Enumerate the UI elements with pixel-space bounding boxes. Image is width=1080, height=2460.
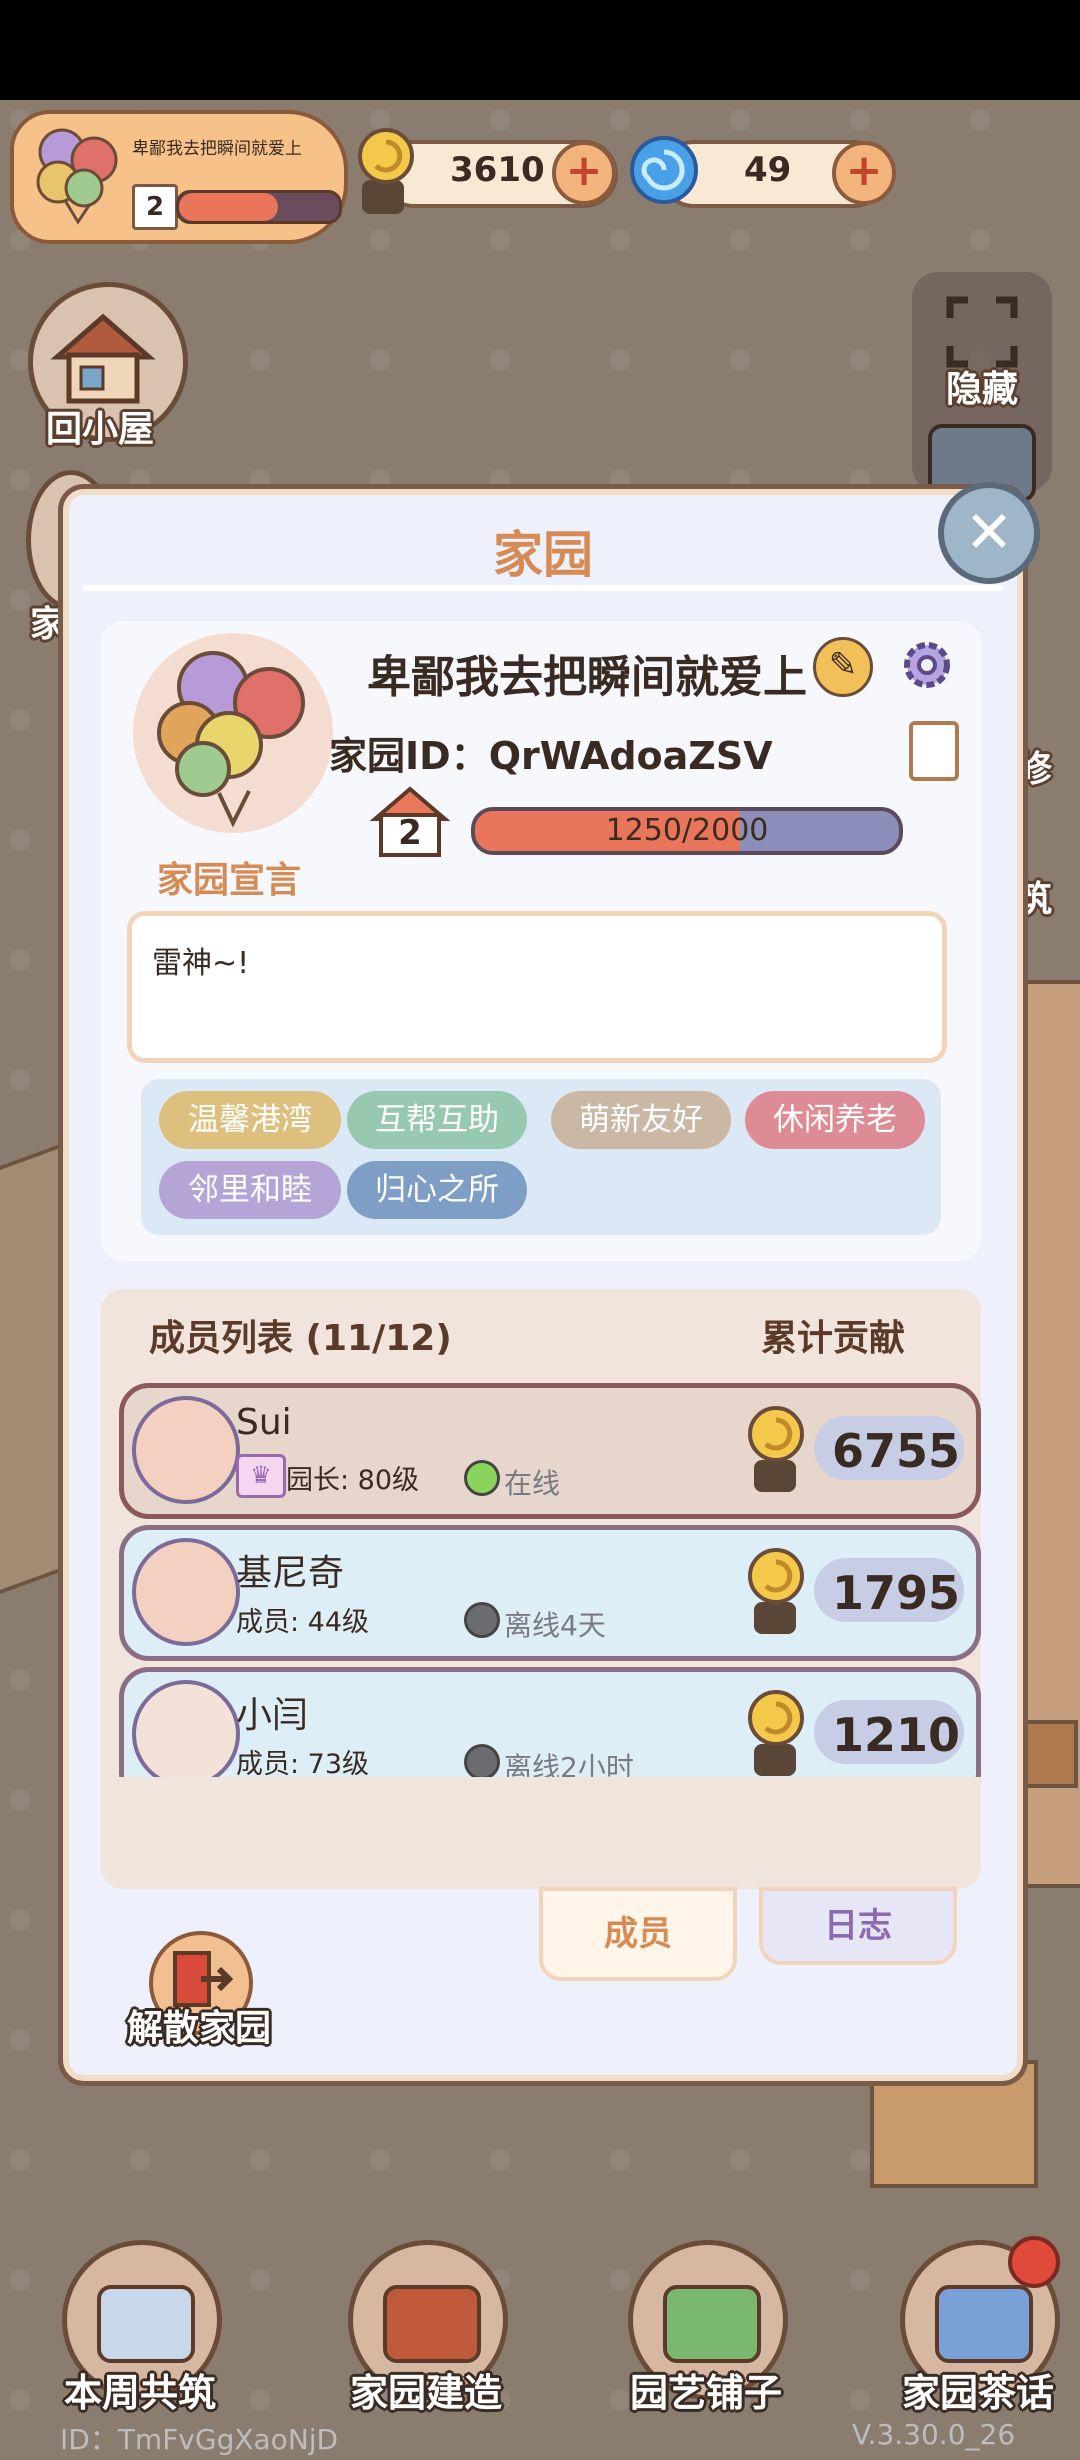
home-level-badge: 2 xyxy=(369,783,451,859)
snail-coin-icon xyxy=(748,1406,804,1492)
bar-chart-icon xyxy=(97,2285,195,2363)
dissolve-home-label[interactable]: 解散家园 xyxy=(127,1999,271,2051)
declaration-text: 雷神~! xyxy=(152,946,250,981)
member-name: 基尼奇 xyxy=(236,1553,345,1594)
swirl-gem-icon xyxy=(628,134,700,206)
settings-gear-icon[interactable] xyxy=(897,635,957,695)
home-badge[interactable]: 卑鄙我去把瞬间就爱上 2 xyxy=(10,110,348,244)
member-avatar xyxy=(132,1680,240,1777)
home-exp-fill xyxy=(179,193,279,221)
balloons-icon xyxy=(157,651,305,828)
member-row[interactable]: 基尼奇成员: 44级 离线4天 1795 xyxy=(119,1525,981,1661)
member-row[interactable]: Sui ♛ 园长: 80级 在线 6755 xyxy=(119,1383,981,1519)
home-tag: 萌新友好 xyxy=(551,1091,731,1149)
member-status: 在线 xyxy=(504,1467,561,1500)
garden-shop-label[interactable]: 园艺铺子 xyxy=(630,2362,782,2417)
home-tag: 归心之所 xyxy=(347,1161,527,1219)
hide-ui-label[interactable]: 隐藏 xyxy=(946,360,1018,412)
members-list-header: 成员列表 (11/12) xyxy=(149,1318,452,1359)
add-swirl-currency-button[interactable]: + xyxy=(832,141,896,205)
home-build-label[interactable]: 家园建造 xyxy=(350,2362,502,2417)
snail-coin-icon xyxy=(748,1548,804,1634)
copy-id-icon[interactable] xyxy=(909,721,959,781)
notification-badge xyxy=(1008,2236,1060,2288)
brick-wall-icon xyxy=(383,2285,481,2363)
status-dot-icon xyxy=(464,1460,500,1496)
member-avatar xyxy=(132,1396,240,1504)
member-status: 离线2小时 xyxy=(504,1751,634,1777)
balloon-avatar-icon xyxy=(26,122,130,226)
back-home-label[interactable]: 回小屋 xyxy=(46,400,154,452)
plus-icon: + xyxy=(565,145,603,196)
member-status: 离线4天 xyxy=(504,1609,606,1642)
version-text: V.3.30.0_26 xyxy=(852,2418,1016,2451)
status-dot-icon xyxy=(464,1744,500,1777)
leader-crown-icon: ♛ xyxy=(236,1454,286,1498)
plus-icon: + xyxy=(845,145,883,196)
member-name: 小闫 xyxy=(236,1695,309,1736)
status-dot-icon xyxy=(464,1602,500,1638)
close-dialog-button[interactable]: ✕ xyxy=(938,482,1040,584)
member-role-level: 园长: 80级 xyxy=(286,1465,420,1496)
home-dialog: 家园 卑鄙我去把瞬间就爱上 ✎ 家园ID：QrWAdoaZSV 2 1250/2… xyxy=(58,484,1028,2086)
declaration-label: 家园宣言 xyxy=(157,860,302,901)
swirl-currency-value: 49 xyxy=(744,150,792,190)
member-avatar xyxy=(132,1538,240,1646)
member-contribution: 1210 xyxy=(831,1708,960,1762)
edit-name-icon[interactable]: ✎ xyxy=(813,637,873,697)
tab-members[interactable]: 成员 xyxy=(539,1887,737,1981)
close-icon: ✕ xyxy=(964,498,1014,566)
member-contribution: 6755 xyxy=(831,1424,960,1478)
member-role-level: 成员: 44级 xyxy=(236,1607,370,1638)
snail-coin-icon xyxy=(748,1690,804,1776)
home-tag: 温馨港湾 xyxy=(159,1091,341,1149)
add-snail-currency-button[interactable]: + xyxy=(552,141,616,205)
home-id-label: 家园ID： xyxy=(329,734,489,778)
home-id-value: QrWAdoaZSV xyxy=(488,734,773,778)
tab-log[interactable]: 日志 xyxy=(759,1887,957,1965)
contribution-header: 累计贡献 xyxy=(761,1318,906,1359)
player-id: ID：TmFvGgXaoNjD xyxy=(60,2423,339,2456)
flower-pot-icon xyxy=(663,2285,761,2363)
tab-members-label: 成员 xyxy=(604,1914,672,1954)
tab-log-label: 日志 xyxy=(824,1906,892,1946)
exp-progress-text: 1250/2000 xyxy=(605,813,769,848)
home-avatar xyxy=(133,633,333,833)
member-row[interactable]: 小闫成员: 73级 离线2小时 1210 xyxy=(119,1667,981,1777)
home-level-value: 2 xyxy=(145,192,165,222)
member-name: Sui xyxy=(236,1402,292,1443)
home-level-icon: 2 xyxy=(132,184,178,230)
member-list[interactable]: Sui ♛ 园长: 80级 在线 6755 基尼奇 成员: 44级 离线4天 1795 小闫 成员:… xyxy=(63,1383,1023,1777)
home-exp-bar xyxy=(176,190,342,224)
home-chat-label[interactable]: 家园茶话 xyxy=(902,2362,1054,2417)
member-role-level: 成员: 73级 xyxy=(236,1749,370,1777)
dialog-title: 家园 xyxy=(493,526,593,584)
chat-bubble-icon xyxy=(935,2285,1033,2363)
member-contribution: 1795 xyxy=(831,1566,960,1620)
declaration-box[interactable]: 雷神~! xyxy=(127,911,947,1063)
home-tag: 邻里和睦 xyxy=(159,1161,341,1219)
snail-currency-value: 3610 xyxy=(450,150,545,190)
home-tag: 休闲养老 xyxy=(745,1091,925,1149)
title-divider xyxy=(83,585,1003,591)
status-bar xyxy=(0,0,1080,100)
home-tag: 互帮互助 xyxy=(347,1091,527,1149)
home-level-value: 2 xyxy=(398,813,422,853)
home-badge-name: 卑鄙我去把瞬间就爱上 xyxy=(132,139,302,159)
fullscreen-icon[interactable] xyxy=(944,294,1020,370)
home-name: 卑鄙我去把瞬间就爱上 xyxy=(367,652,807,703)
weekly-build-label[interactable]: 本周共筑 xyxy=(64,2362,216,2417)
exp-progress-bar: 1250/2000 xyxy=(471,807,903,855)
home-id-row: 家园ID：QrWAdoaZSV xyxy=(329,725,773,780)
snail-coin-icon xyxy=(348,120,418,220)
